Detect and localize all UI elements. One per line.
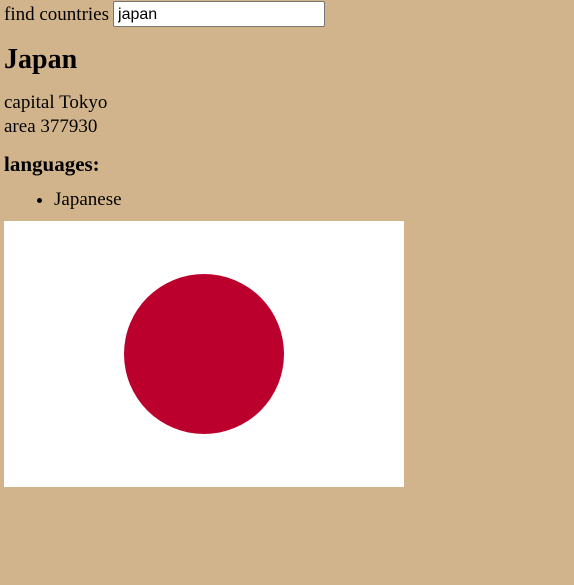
languages-list: Japanese [4,188,570,212]
capital-label: capital [4,92,55,113]
languages-heading: languages: [4,152,100,176]
search-row: find countries [4,0,570,28]
area-label: area [4,116,36,137]
flag-red-disc [124,274,284,434]
area-value: 377930 [40,116,98,137]
country-info: capital Tokyo area 377930 [4,91,570,139]
area-line: area 377930 [4,115,570,139]
language-item: Japanese [54,188,570,212]
country-name: Japan [4,44,78,75]
capital-value: Tokyo [59,92,108,113]
search-label: find countries [4,3,110,25]
japan-flag-icon [4,221,404,487]
country-finder-page: find countries Japan capital Tokyo area … [0,0,574,585]
search-input[interactable] [113,1,326,27]
capital-line: capital Tokyo [4,91,570,115]
